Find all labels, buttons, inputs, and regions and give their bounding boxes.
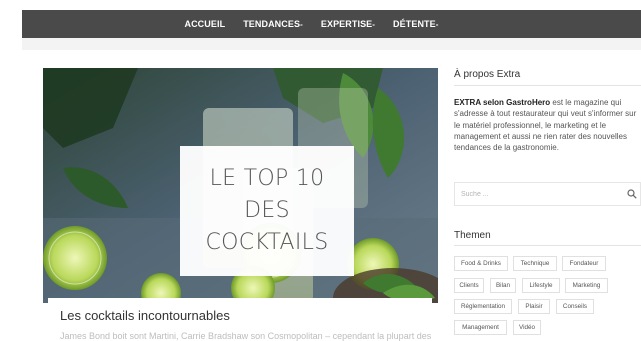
tag-fondateur[interactable]: Fondateur (562, 256, 606, 271)
search-input[interactable] (461, 187, 611, 202)
main-menu: ACCUEIL TENDANCES- EXPERTISE- DÉTENTE- (22, 10, 641, 38)
tag-lifestyle[interactable]: Lifestyle (522, 278, 560, 293)
header-band (22, 38, 641, 50)
tag-video[interactable]: Vidéo (513, 320, 541, 335)
nav-item-tendances[interactable]: TENDANCES- (243, 19, 303, 29)
nav-label: TENDANCES (243, 19, 301, 29)
tag-food-drinks[interactable]: Food & Drinks (454, 256, 508, 271)
tag-reglementation[interactable]: Réglementation (454, 299, 512, 314)
article-excerpt: James Bond boit sont Martini, Carrie Bra… (60, 331, 432, 341)
nav-item-accueil[interactable]: ACCUEIL (184, 19, 225, 29)
headline-text: LE TOP 10 DES COCKTAILS (205, 166, 329, 255)
nav-item-detente[interactable]: DÉTENTE- (393, 19, 438, 29)
about-title: À propos Extra (454, 69, 521, 80)
nav-bar: ACCUEIL TENDANCES- EXPERTISE- DÉTENTE- (22, 10, 641, 38)
tag-marketing[interactable]: Marketing (565, 278, 608, 293)
tag-technique[interactable]: Technique (513, 256, 557, 271)
tag-bilan[interactable]: Bilan (490, 278, 516, 293)
search-icon[interactable] (627, 189, 637, 199)
top-navigation: ACCUEIL TENDANCES- EXPERTISE- DÉTENTE- (0, 0, 641, 40)
nav-label: DÉTENTE (393, 19, 436, 29)
dropdown-caret-icon: - (435, 20, 439, 29)
nav-item-expertise[interactable]: EXPERTISE- (321, 19, 375, 29)
dropdown-caret-icon: - (300, 20, 303, 29)
tag-management[interactable]: Management (454, 320, 507, 335)
themes-title: Themen (454, 230, 491, 241)
about-strong: EXTRA selon GastroHero (454, 98, 551, 107)
nav-label: ACCUEIL (184, 19, 226, 29)
tag-conseils[interactable]: Conseils (556, 299, 594, 314)
tag-plaisir[interactable]: Plaisir (518, 299, 550, 314)
headline-overlay: LE TOP 10 DES COCKTAILS (180, 146, 354, 276)
dropdown-caret-icon: - (372, 20, 376, 29)
article-title-link[interactable]: Les cocktails incontournables (60, 308, 420, 323)
tag-clients[interactable]: Clients (454, 278, 484, 293)
hero-image[interactable]: LE TOP 10 DES COCKTAILS (43, 68, 438, 303)
themes-divider (454, 245, 641, 246)
about-divider (454, 85, 641, 86)
search-box (454, 182, 641, 206)
nav-label: EXPERTISE (320, 19, 373, 29)
about-text: EXTRA selon GastroHero est le magazine q… (454, 97, 640, 153)
